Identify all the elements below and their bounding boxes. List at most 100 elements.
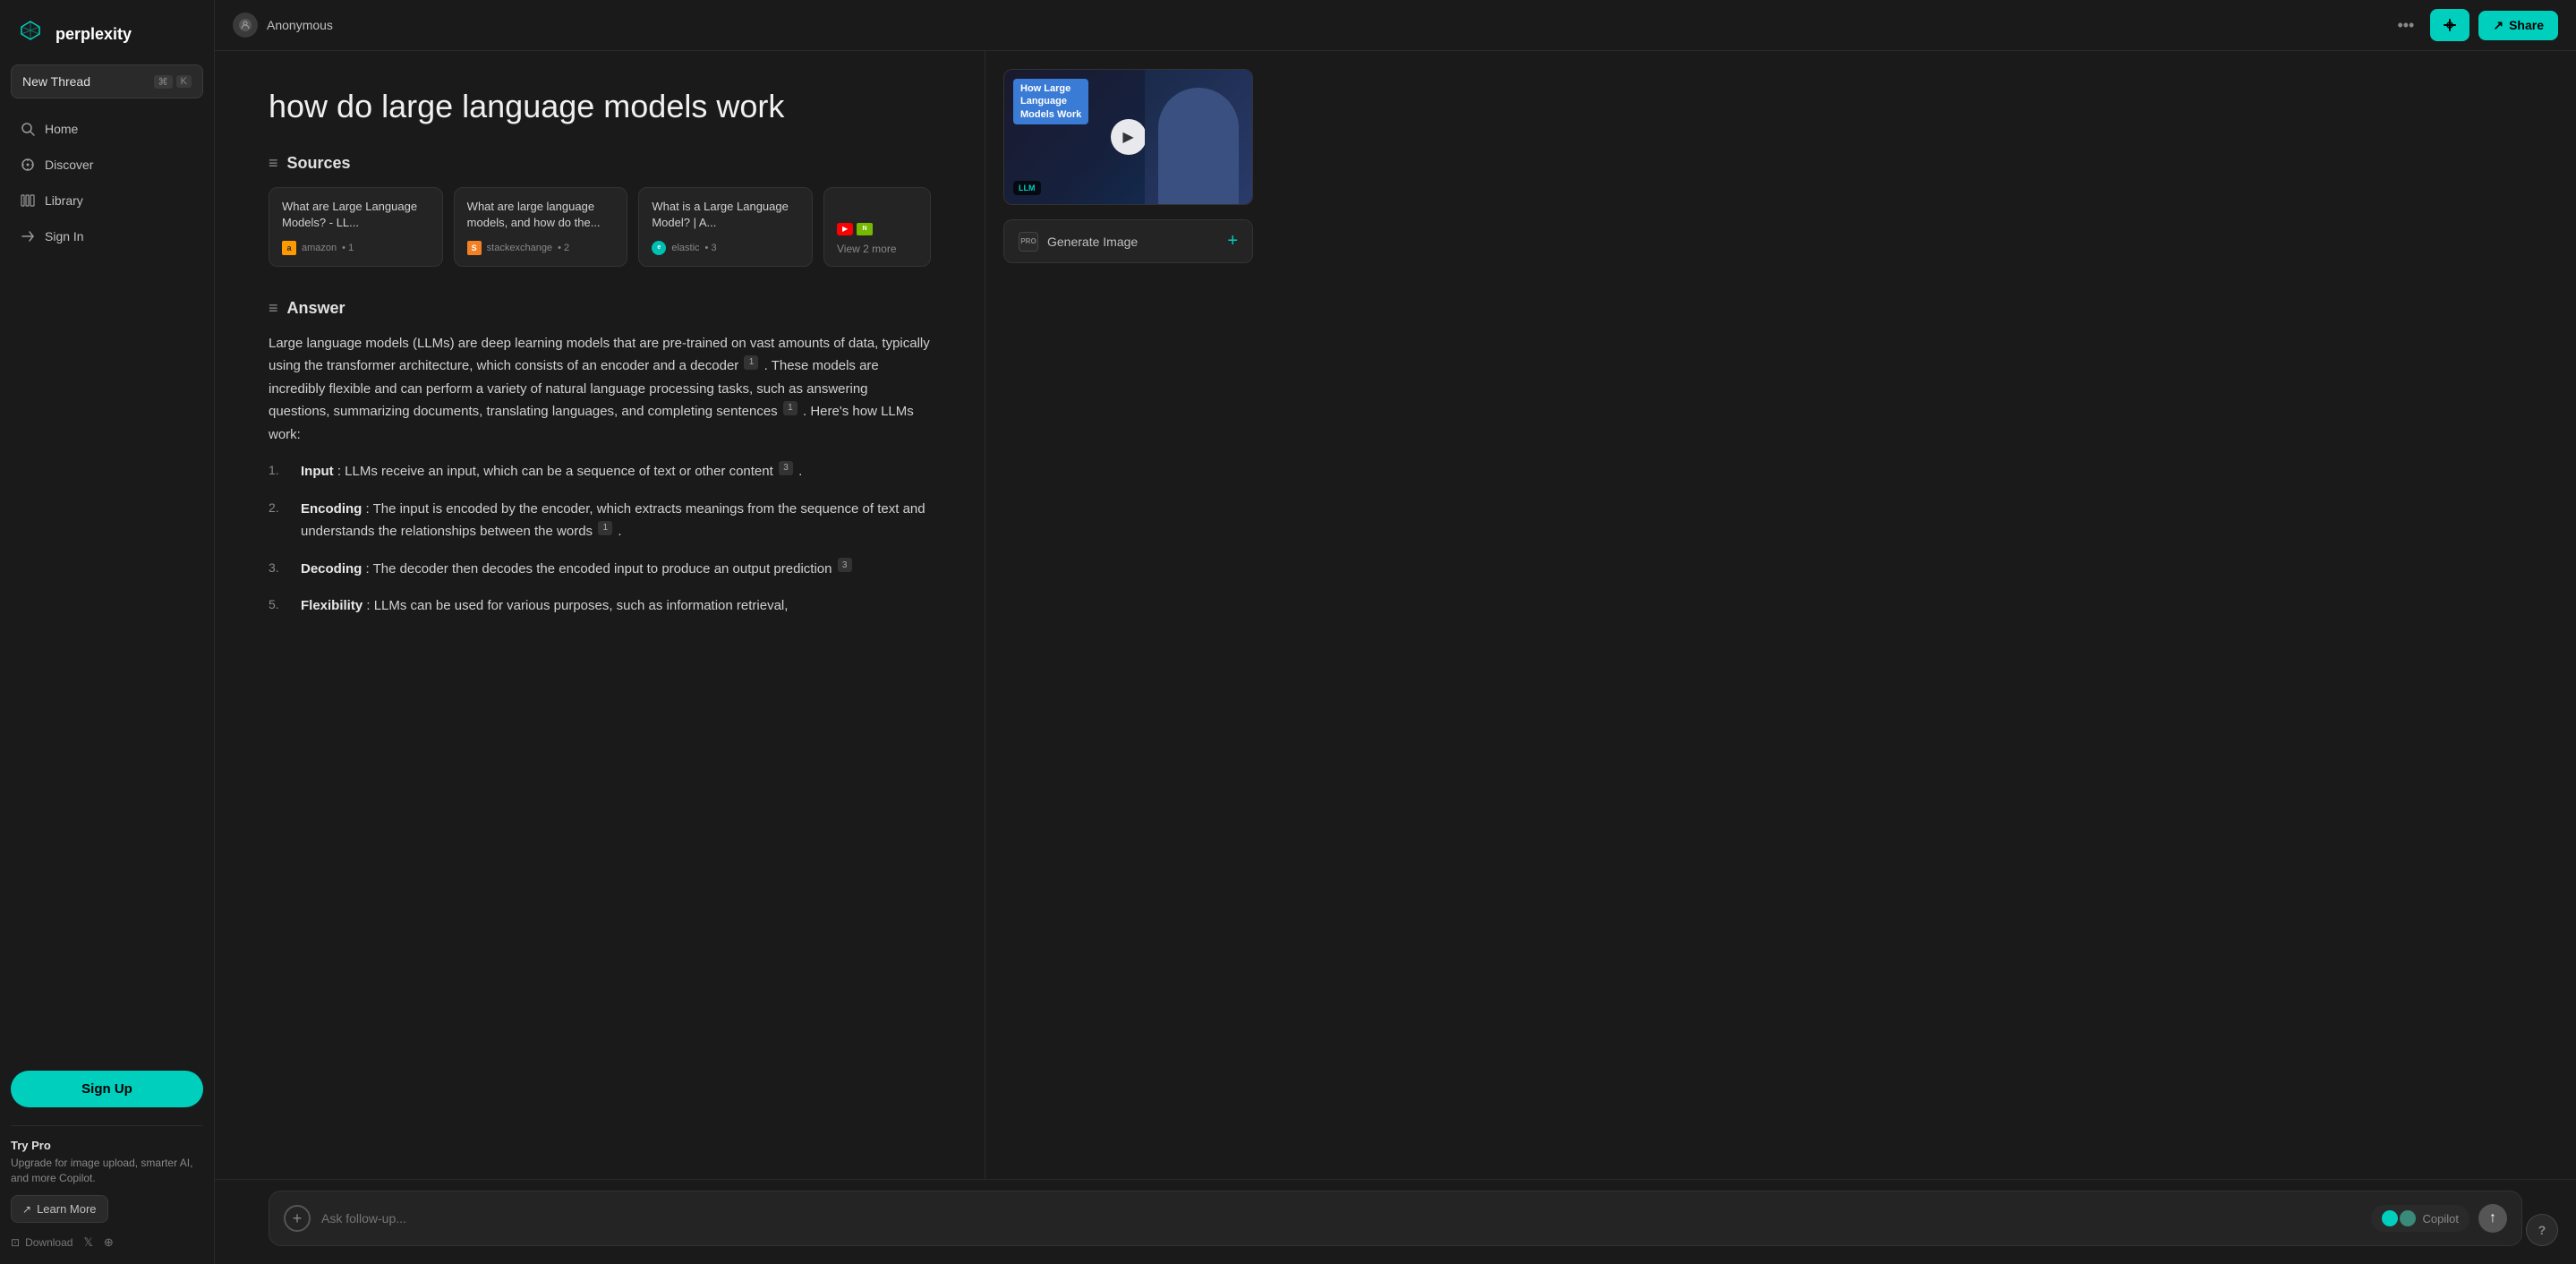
new-thread-button[interactable]: New Thread ⌘ K: [11, 64, 203, 98]
elastic-favicon: e: [652, 241, 666, 255]
library-icon: [20, 192, 36, 209]
copilot-toggle[interactable]: Copilot: [2371, 1205, 2469, 1232]
citation-1[interactable]: 1: [744, 355, 758, 370]
source-card-3[interactable]: What is a Large Language Model? | A... e…: [638, 187, 813, 266]
list-item-3: 3. Decoding : The decoder then decodes t…: [269, 558, 931, 581]
content-area: how do large language models work ≡ Sour…: [215, 51, 2576, 1179]
more-options-button[interactable]: •••: [2390, 13, 2421, 38]
source-title-3: What is a Large Language Model? | A...: [652, 199, 799, 231]
source-name-3: elastic: [671, 243, 699, 253]
list-num-5: 5.: [269, 594, 290, 616]
ellipsis-icon: •••: [2397, 16, 2414, 34]
source-name-1: amazon: [302, 243, 337, 253]
follow-up-controls: Copilot ↑: [2371, 1204, 2507, 1233]
sources-section-header: ≡ Sources: [269, 154, 931, 173]
follow-up-bar: + Copilot ↑: [215, 1179, 2576, 1264]
discord-link[interactable]: ⊕: [104, 1235, 114, 1250]
generate-image-label: Generate Image: [1047, 235, 1138, 249]
sidebar-item-discover-label: Discover: [45, 158, 93, 172]
citation-3[interactable]: 3: [779, 461, 793, 475]
list-item-3-text: Decoding : The decoder then decodes the …: [301, 558, 854, 581]
view-more-text: View 2 more: [837, 243, 896, 255]
perplexity-logo-icon: [14, 18, 47, 50]
list-item-2-text: Encoding : The input is encoded by the e…: [301, 498, 931, 543]
view-more-icons: ▶ N: [837, 223, 873, 235]
sidebar-item-signin-label: Sign In: [45, 229, 84, 243]
focus-button[interactable]: [2430, 9, 2469, 41]
list-num-3: 3.: [269, 558, 290, 579]
llm-badge: LLM: [1013, 181, 1041, 195]
amazon-favicon: a: [282, 241, 296, 255]
sidebar-item-signin[interactable]: Sign In: [11, 220, 203, 252]
right-panel: How Large Language Models Work LLM ▶: [985, 51, 1271, 1179]
sources-grid: What are Large Language Models? - LL... …: [269, 187, 931, 266]
list-term-5: Flexibility: [301, 598, 363, 613]
video-card[interactable]: How Large Language Models Work LLM ▶: [1003, 69, 1253, 205]
sidebar-item-library[interactable]: Library: [11, 184, 203, 217]
sidebar-item-discover[interactable]: Discover: [11, 149, 203, 181]
header-actions: ••• ↗ Share: [2390, 9, 2558, 41]
copilot-label: Copilot: [2423, 1212, 2459, 1226]
source-meta-1: a amazon • 1: [282, 241, 430, 255]
pro-badge: PRO: [1019, 232, 1038, 252]
shortcut-key: K: [176, 75, 192, 88]
anon-area: Anonymous: [233, 13, 333, 38]
sidebar-links: ⊡ Download 𝕏 ⊕: [11, 1235, 203, 1250]
citation-2[interactable]: 1: [783, 401, 798, 415]
learn-more-label: Learn More: [37, 1202, 96, 1216]
signin-icon: [20, 228, 36, 244]
anonymous-label: Anonymous: [267, 18, 333, 32]
share-button[interactable]: ↗ Share: [2478, 11, 2558, 40]
answer-section-header: ≡ Answer: [269, 299, 931, 318]
send-button[interactable]: ↑: [2478, 1204, 2507, 1233]
list-item-5-text: Flexibility : LLMs can be used for vario…: [301, 594, 788, 618]
follow-up-add-button[interactable]: +: [284, 1205, 311, 1232]
source-num-2: • 2: [558, 243, 569, 253]
list-item-1-text: Input : LLMs receive an input, which can…: [301, 460, 802, 483]
answer-heading: Answer: [287, 299, 345, 318]
download-link[interactable]: ⊡ Download: [11, 1236, 73, 1249]
answer-section: ≡ Answer Large language models (LLMs) ar…: [269, 299, 931, 618]
main-scroll-area: how do large language models work ≡ Sour…: [215, 51, 985, 1179]
person-silhouette: [1158, 88, 1239, 204]
generate-image-left: PRO Generate Image: [1019, 232, 1138, 252]
source-card-1[interactable]: What are Large Language Models? - LL... …: [269, 187, 443, 266]
main-header: Anonymous ••• ↗ Share: [215, 0, 2576, 51]
video-play-button[interactable]: ▶: [1111, 119, 1147, 155]
try-pro-heading: Try Pro: [11, 1139, 203, 1152]
source-meta-2: S stackexchange • 2: [467, 241, 615, 255]
help-button[interactable]: ?: [2526, 1214, 2558, 1246]
discord-icon: ⊕: [104, 1235, 114, 1250]
view-more-card[interactable]: ▶ N View 2 more: [823, 187, 931, 266]
list-term-2: Encoding: [301, 501, 362, 517]
citation-5[interactable]: 3: [838, 558, 852, 572]
arrow-up-right-icon: ↗: [22, 1203, 31, 1216]
new-thread-shortcut: ⌘ K: [154, 75, 192, 89]
learn-more-button[interactable]: ↗ Learn More: [11, 1195, 108, 1223]
video-thumbnail: How Large Language Models Work LLM ▶: [1004, 70, 1252, 204]
download-icon: ⊡: [11, 1236, 20, 1249]
citation-4[interactable]: 1: [598, 521, 612, 535]
sidebar: perplexity New Thread ⌘ K Home: [0, 0, 215, 1264]
generate-image-card[interactable]: PRO Generate Image +: [1003, 219, 1253, 263]
follow-up-input-area: + Copilot ↑: [269, 1191, 2522, 1246]
download-label: Download: [25, 1236, 73, 1249]
sidebar-bottom: Try Pro Upgrade for image upload, smarte…: [11, 1125, 203, 1250]
sidebar-item-home[interactable]: Home: [11, 113, 203, 145]
list-term-1: Input: [301, 464, 334, 479]
logo-area: perplexity: [11, 11, 203, 64]
anon-avatar: [233, 13, 258, 38]
list-item-1: 1. Input : LLMs receive an input, which …: [269, 460, 931, 483]
stackexchange-favicon: S: [467, 241, 482, 255]
add-icon: +: [1227, 231, 1238, 252]
sign-up-button[interactable]: Sign Up: [11, 1071, 203, 1107]
source-card-2[interactable]: What are large language models, and how …: [454, 187, 628, 266]
follow-up-input[interactable]: [321, 1211, 2360, 1226]
twitter-link[interactable]: 𝕏: [83, 1235, 92, 1250]
play-icon: ▶: [1122, 128, 1133, 146]
try-pro-description: Upgrade for image upload, smarter AI, an…: [11, 1156, 203, 1186]
answer-icon: ≡: [269, 299, 278, 318]
toggle-icons: [2382, 1210, 2416, 1226]
youtube-icon: ▶: [837, 223, 853, 235]
source-meta-3: e elastic • 3: [652, 241, 799, 255]
